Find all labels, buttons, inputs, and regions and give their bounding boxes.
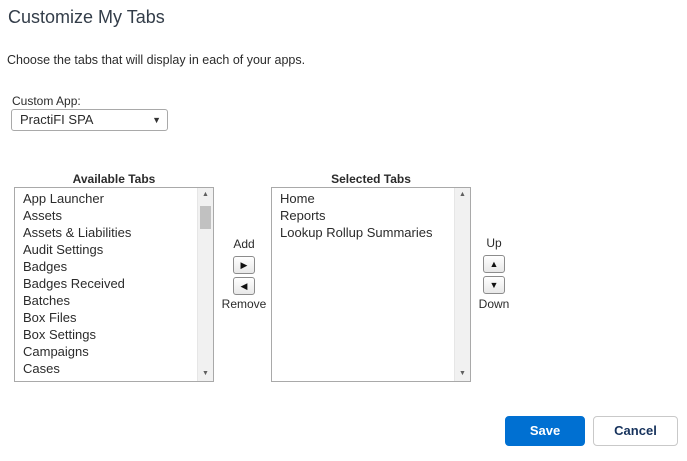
list-item[interactable]: Box Settings [23, 326, 131, 343]
list-item[interactable]: Box Files [23, 309, 131, 326]
selected-tabs-items: Home Reports Lookup Rollup Summaries [280, 190, 432, 241]
custom-app-select[interactable]: PractiFI SPA ▼ [11, 109, 168, 131]
list-item[interactable]: Reports [280, 207, 432, 224]
remove-label: Remove [221, 297, 267, 311]
move-down-button[interactable]: ▼ [483, 276, 505, 294]
add-button[interactable]: ▶ [233, 256, 255, 274]
list-item[interactable]: Batches [23, 292, 131, 309]
scroll-down-icon[interactable]: ▼ [455, 367, 470, 381]
custom-app-selected-value: PractiFI SPA [20, 112, 94, 127]
list-item[interactable]: Cases [23, 360, 131, 377]
list-item[interactable]: Assets & Liabilities [23, 224, 131, 241]
available-tabs-heading: Available Tabs [72, 172, 156, 186]
scroll-up-icon[interactable]: ▲ [455, 188, 470, 202]
list-item[interactable]: Badges [23, 258, 131, 275]
page-description: Choose the tabs that will display in eac… [7, 53, 306, 67]
available-tabs-listbox[interactable]: App Launcher Assets Assets & Liabilities Au… [14, 187, 214, 382]
chevron-down-icon: ▼ [152, 115, 161, 125]
scroll-up-icon[interactable]: ▲ [198, 188, 213, 202]
list-item[interactable]: Assets [23, 207, 131, 224]
save-button[interactable]: Save [505, 416, 585, 446]
list-item[interactable]: Lookup Rollup Summaries [280, 224, 432, 241]
available-tabs-scrollbar[interactable]: ▲ ▼ [197, 188, 213, 381]
remove-button[interactable]: ◀ [233, 277, 255, 295]
arrow-down-icon: ▼ [489, 280, 499, 290]
arrow-right-icon: ▶ [240, 260, 248, 270]
custom-app-label: Custom App: [12, 94, 81, 108]
move-up-button[interactable]: ▲ [483, 255, 505, 273]
list-item[interactable]: Campaigns [23, 343, 131, 360]
available-tabs-items: App Launcher Assets Assets & Liabilities Au… [23, 190, 131, 377]
down-label: Down [478, 297, 510, 311]
arrow-up-icon: ▲ [489, 259, 499, 269]
selected-tabs-heading: Selected Tabs [331, 172, 411, 186]
add-label: Add [233, 237, 255, 251]
cancel-button[interactable]: Cancel [593, 416, 678, 446]
list-item[interactable]: Home [280, 190, 432, 207]
scrollbar-thumb[interactable] [200, 206, 211, 229]
selected-tabs-listbox[interactable]: Home Reports Lookup Rollup Summaries ▲ ▼ [271, 187, 471, 382]
page-title: Customize My Tabs [8, 7, 165, 27]
list-item[interactable]: Badges Received [23, 275, 131, 292]
list-item[interactable]: Audit Settings [23, 241, 131, 258]
arrow-left-icon: ◀ [240, 281, 248, 291]
list-item[interactable]: App Launcher [23, 190, 131, 207]
scroll-down-icon[interactable]: ▼ [198, 367, 213, 381]
up-label: Up [486, 236, 502, 250]
selected-tabs-scrollbar[interactable]: ▲ ▼ [454, 188, 470, 381]
